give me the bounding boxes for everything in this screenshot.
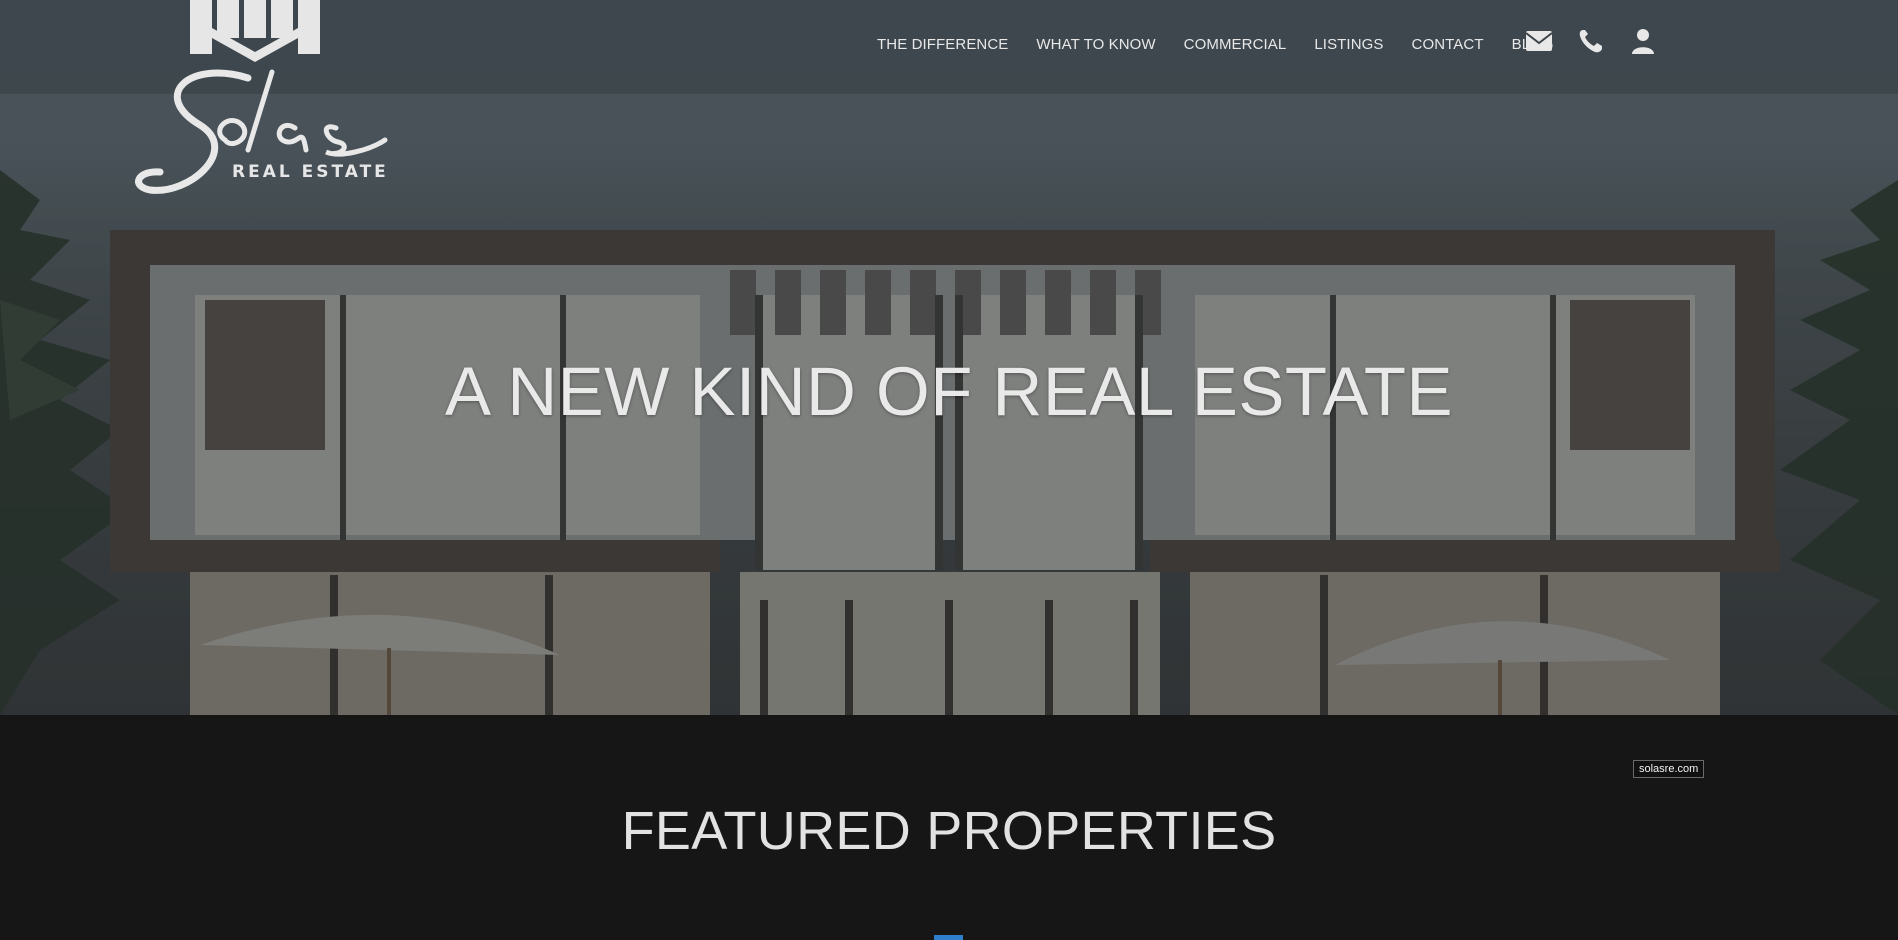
logo-tagline: REAL ESTATE xyxy=(232,162,389,182)
user-icon[interactable] xyxy=(1629,28,1657,54)
phone-icon[interactable] xyxy=(1577,28,1605,54)
domain-badge: solasre.com xyxy=(1633,760,1705,778)
nav-commercial[interactable]: COMMERCIAL xyxy=(1184,36,1287,53)
hero-headline: A NEW KIND OF REAL ESTATE xyxy=(444,353,1454,430)
header-icons xyxy=(1525,28,1681,54)
featured-title: FEATURED PROPERTIES xyxy=(621,801,1277,861)
accent-bar xyxy=(934,935,963,940)
envelope-icon[interactable] xyxy=(1525,28,1553,54)
nav-what-to-know[interactable]: WHAT TO KNOW xyxy=(1036,36,1155,53)
nav-contact[interactable]: CONTACT xyxy=(1412,36,1484,53)
solas-logo[interactable]: REAL ESTATE xyxy=(130,0,400,200)
nav-the-difference[interactable]: THE DIFFERENCE xyxy=(877,36,1008,53)
nav-listings[interactable]: LISTINGS xyxy=(1314,36,1383,53)
main-nav: THE DIFFERENCE WHAT TO KNOW COMMERCIAL L… xyxy=(877,36,1582,53)
